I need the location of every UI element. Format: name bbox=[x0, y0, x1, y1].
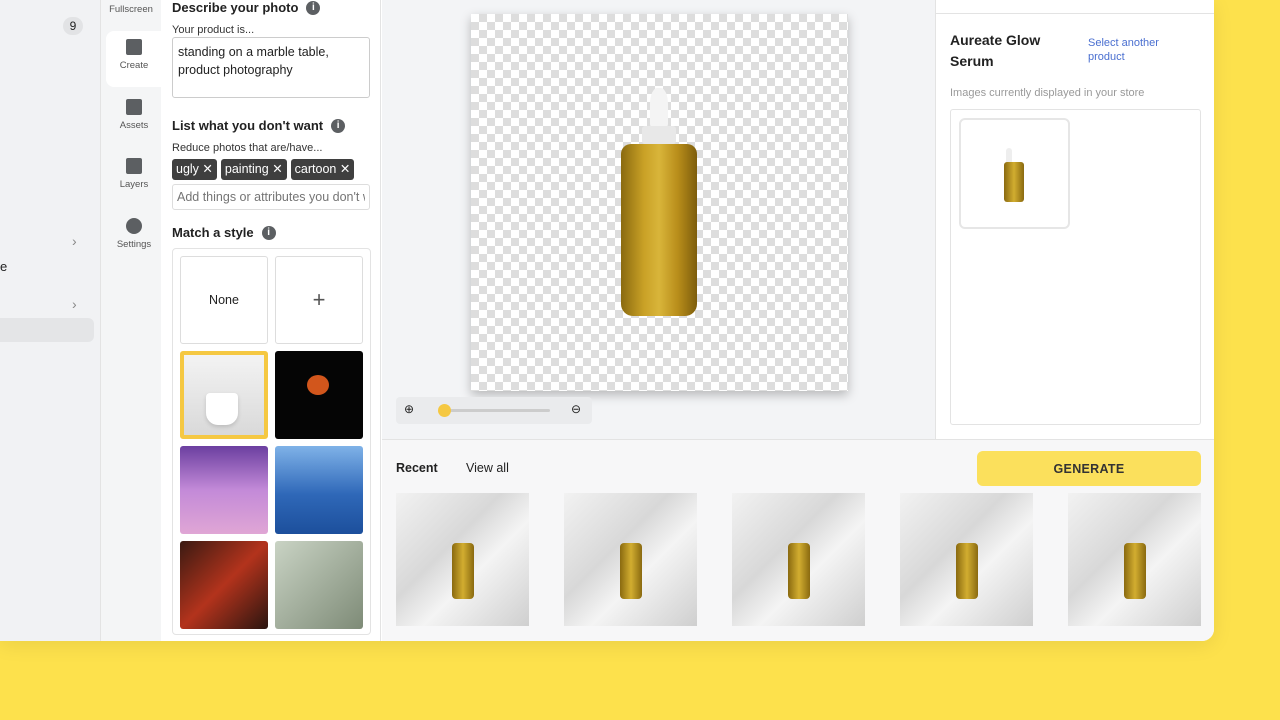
select-product-link[interactable]: Select another product bbox=[1088, 36, 1188, 64]
style-heading: Match a style i bbox=[172, 225, 276, 240]
rail-label: Layers bbox=[119, 179, 149, 190]
rail-layers[interactable]: Layers bbox=[106, 150, 162, 206]
images-label: Images currently displayed in your store bbox=[950, 87, 1145, 99]
negative-input[interactable] bbox=[172, 184, 370, 210]
view-all-link[interactable]: View all bbox=[466, 461, 509, 475]
chevron-right-icon[interactable]: › bbox=[72, 233, 77, 249]
style-white-mug[interactable] bbox=[180, 351, 268, 439]
describe-textarea[interactable]: standing on a marble table, product phot… bbox=[172, 37, 370, 98]
panel-header bbox=[936, 0, 1214, 14]
heading-text: List what you don't want bbox=[172, 118, 324, 133]
generate-button[interactable]: GENERATE bbox=[977, 451, 1201, 486]
layers-icon bbox=[126, 158, 142, 174]
image-icon bbox=[126, 39, 142, 55]
recent-image[interactable] bbox=[1068, 493, 1201, 626]
info-icon[interactable]: i bbox=[261, 225, 276, 240]
app-window: 9 › e › Fullscreen Create Assets Layers … bbox=[0, 0, 1214, 641]
zoom-slider[interactable] bbox=[440, 409, 550, 412]
describe-label: Your product is... bbox=[172, 24, 255, 36]
flower-image bbox=[307, 375, 329, 395]
close-icon[interactable]: ✕ bbox=[272, 162, 282, 176]
style-mountain[interactable] bbox=[180, 446, 268, 534]
heading-text: Match a style bbox=[172, 225, 254, 240]
archive-icon bbox=[126, 99, 142, 115]
tag: painting ✕ bbox=[220, 159, 287, 180]
tool-rail: Fullscreen Create Assets Layers Settings bbox=[101, 0, 162, 641]
tag-label: painting bbox=[224, 162, 269, 176]
zoom-control: ⊕ ⊖ bbox=[396, 397, 592, 424]
store-images bbox=[950, 109, 1201, 425]
store-image-thumb[interactable] bbox=[959, 118, 1070, 229]
zoom-slider-thumb[interactable] bbox=[438, 404, 451, 417]
add-style-button[interactable]: + bbox=[275, 256, 363, 344]
recent-image[interactable] bbox=[732, 493, 865, 626]
style-lake[interactable] bbox=[275, 446, 363, 534]
sidebar-item-label[interactable]: e bbox=[0, 259, 7, 274]
gear-icon bbox=[126, 218, 142, 234]
info-icon[interactable]: i bbox=[331, 118, 346, 133]
style-none[interactable]: None bbox=[180, 256, 268, 344]
rail-assets[interactable]: Assets bbox=[106, 91, 162, 147]
tag: cartoon ✕ bbox=[290, 159, 355, 180]
tag-label: ugly bbox=[176, 162, 199, 176]
heading-text: Describe your photo bbox=[172, 0, 299, 15]
mug-image bbox=[206, 393, 238, 425]
recent-image[interactable] bbox=[900, 493, 1033, 626]
rail-label: Settings bbox=[116, 239, 152, 250]
sidebar: 9 › e › bbox=[0, 0, 101, 641]
recent-tab[interactable]: Recent bbox=[396, 461, 438, 475]
tag-list: ugly ✕ painting ✕ cartoon ✕ bbox=[172, 159, 355, 180]
chevron-right-icon[interactable]: › bbox=[72, 296, 77, 312]
rail-label: Assets bbox=[119, 120, 149, 131]
tag: ugly ✕ bbox=[172, 159, 217, 180]
describe-heading: Describe your photo i bbox=[172, 0, 321, 15]
recent-image[interactable] bbox=[564, 493, 697, 626]
style-product-still[interactable] bbox=[275, 541, 363, 629]
product-name: Aureate Glow Serum bbox=[950, 32, 1041, 69]
close-icon[interactable]: ✕ bbox=[340, 162, 350, 176]
count-badge: 9 bbox=[63, 17, 83, 35]
zoom-in-icon[interactable]: ⊕ bbox=[404, 402, 414, 416]
transparent-canvas[interactable] bbox=[471, 14, 848, 391]
negative-label: Reduce photos that are/have... bbox=[172, 142, 323, 154]
rail-settings[interactable]: Settings bbox=[106, 210, 162, 266]
rail-create[interactable]: Create bbox=[106, 31, 162, 87]
zoom-out-icon[interactable]: ⊖ bbox=[571, 402, 581, 416]
product-panel: Aureate Glow Serum Select another produc… bbox=[935, 0, 1214, 439]
info-icon[interactable]: i bbox=[306, 0, 321, 15]
sidebar-item-selected[interactable] bbox=[0, 318, 94, 342]
style-street[interactable] bbox=[180, 541, 268, 629]
negative-heading: List what you don't want i bbox=[172, 118, 346, 133]
product-image bbox=[621, 88, 697, 318]
recent-section: Recent View all GENERATE bbox=[382, 439, 1214, 641]
style-flower[interactable] bbox=[275, 351, 363, 439]
recent-image[interactable] bbox=[396, 493, 529, 626]
close-icon[interactable]: ✕ bbox=[202, 162, 212, 176]
tag-label: cartoon bbox=[294, 162, 337, 176]
fullscreen-button[interactable]: Fullscreen bbox=[101, 4, 161, 15]
rail-label: Create bbox=[119, 60, 149, 71]
prompt-panel: Describe your photo i Your product is... … bbox=[161, 0, 381, 641]
style-grid: None + bbox=[172, 248, 371, 635]
